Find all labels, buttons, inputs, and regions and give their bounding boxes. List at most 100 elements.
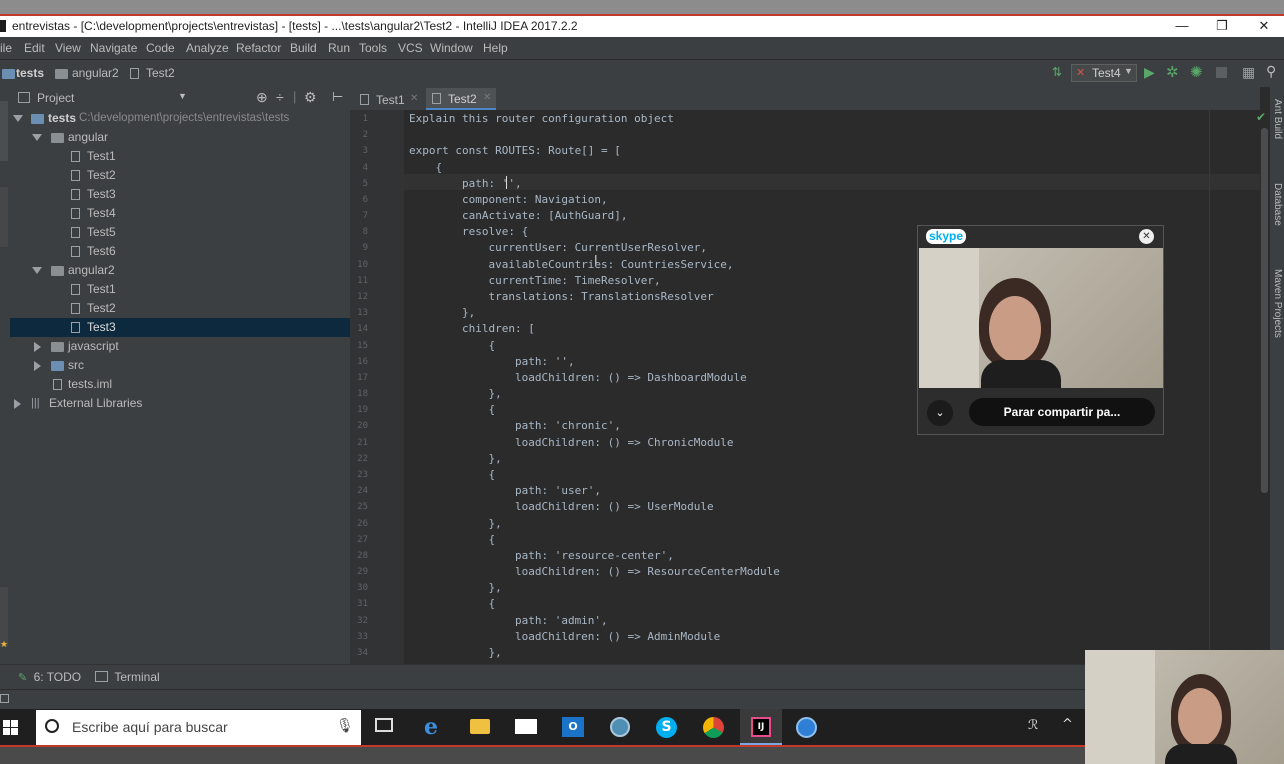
tree-item-file[interactable]: Test6 (10, 242, 350, 261)
tool-window-structure-tab[interactable] (0, 187, 8, 247)
chat-app-icon[interactable] (796, 717, 817, 738)
tree-item-file[interactable]: Test2 (10, 166, 350, 185)
tab-label: Test2 (448, 92, 477, 106)
folder-icon (51, 361, 64, 371)
tree-file-label: Test6 (87, 244, 116, 258)
close-icon[interactable]: ✕ (410, 93, 418, 104)
debug-icon[interactable]: ✲ (1166, 63, 1179, 81)
tool-window-project-tab[interactable] (0, 101, 8, 161)
line-number: 22 (357, 453, 368, 464)
tree-item-folder[interactable]: angular2 (10, 261, 350, 280)
menu-view[interactable]: View (55, 41, 81, 55)
locate-icon[interactable]: ⊕ (256, 89, 268, 106)
close-icon[interactable]: ✕ (1139, 229, 1154, 244)
globe-icon[interactable] (610, 717, 630, 737)
tree-item-folder[interactable]: src (10, 356, 350, 375)
scroll-thumb[interactable] (1261, 128, 1268, 493)
tree-item-folder[interactable]: angular (10, 128, 350, 147)
close-icon[interactable]: ✕ (483, 92, 491, 103)
file-explorer-icon[interactable] (470, 719, 490, 734)
menu-code[interactable]: Code (146, 41, 175, 55)
tree-item-file[interactable]: Test1 (10, 280, 350, 299)
chrome-icon[interactable] (703, 717, 724, 738)
search-icon[interactable]: ⚲ (1266, 63, 1276, 80)
people-icon[interactable]: ℛ (1028, 718, 1038, 733)
tool-window-ant-build[interactable]: Ant Build (1272, 99, 1283, 139)
chevron-up-icon[interactable]: ^ (1062, 717, 1073, 732)
menu-window[interactable]: Window (430, 41, 473, 55)
tab-test1[interactable]: Test1 ✕ (356, 89, 424, 110)
stop-icon[interactable] (1216, 67, 1227, 78)
tree-item-file-selected[interactable]: Test3 (10, 318, 350, 337)
coverage-icon[interactable]: ✺ (1190, 63, 1203, 81)
folder-icon (55, 69, 68, 79)
line-number: 10 (357, 259, 368, 270)
collapsed-icon (34, 361, 41, 371)
mail-icon[interactable] (515, 719, 537, 734)
tree-item-libraries[interactable]: ||| External Libraries (10, 394, 350, 413)
menu-help[interactable]: Help (483, 41, 508, 55)
menu-edit[interactable]: Edit (24, 41, 45, 55)
editor-scrollbar[interactable]: ✔ (1256, 110, 1270, 664)
webcam-video (919, 248, 1163, 388)
stop-sharing-button[interactable]: Parar compartir pa... (969, 398, 1155, 426)
breadcrumb-file[interactable]: Test2 (146, 66, 175, 80)
tree-item-file[interactable]: Test2 (10, 299, 350, 318)
chevron-down-icon[interactable]: ▼ (178, 91, 187, 101)
line-number: 6 (362, 194, 368, 205)
folder-icon (51, 133, 64, 143)
gear-icon[interactable]: ⚙ (304, 89, 317, 106)
tree-item-file[interactable]: Test4 (10, 204, 350, 223)
video-person-face (989, 296, 1041, 362)
file-icon (71, 208, 80, 219)
terminal-tool-button[interactable]: Terminal (95, 670, 160, 684)
code-line: children: [ (409, 322, 535, 336)
tool-window-favorites-tab[interactable] (0, 587, 8, 647)
minimize-button[interactable]: — (1162, 16, 1202, 37)
menu-vcs[interactable]: VCS (398, 41, 423, 55)
tree-file-label: Test4 (87, 206, 116, 220)
tool-window-database[interactable]: Database (1272, 183, 1283, 226)
close-button[interactable]: ✕ (1244, 16, 1284, 37)
menu-tools[interactable]: Tools (359, 41, 387, 55)
menu-navigate[interactable]: Navigate (90, 41, 137, 55)
taskbar-search-box[interactable]: Escribe aquí para buscar 🎙 (36, 710, 361, 745)
outlook-icon[interactable]: O (562, 717, 584, 737)
build-icon[interactable]: ⇅ (1052, 65, 1062, 79)
line-number: 20 (357, 421, 368, 432)
breadcrumb-root[interactable]: tests (16, 66, 44, 80)
tree-item-root[interactable]: tests C:\development\projects\entrevista… (10, 109, 350, 128)
todo-tool-button[interactable]: ✎ 6: TODO (18, 670, 81, 684)
run-config-select[interactable]: ✕ Test4 ▼ (1071, 64, 1137, 82)
project-view-label[interactable]: Project (37, 91, 74, 105)
chevron-down-icon[interactable]: ⌄ (927, 400, 953, 426)
tree-item-file[interactable]: Test3 (10, 185, 350, 204)
tree-item-folder[interactable]: javascript (10, 337, 350, 356)
collapse-icon[interactable]: ÷ (276, 89, 284, 105)
code-line: path: 'admin', (409, 613, 608, 627)
hide-icon[interactable]: ⊢ (332, 89, 343, 105)
menu-file[interactable]: ile (0, 41, 12, 55)
intellij-taskbar-item[interactable]: IJ (740, 709, 782, 745)
skype-app-icon[interactable]: S (656, 717, 677, 738)
windows-start-icon[interactable] (3, 720, 19, 736)
tool-windows-icon[interactable] (0, 694, 9, 703)
tree-item-file[interactable]: Test5 (10, 223, 350, 242)
task-view-icon[interactable] (375, 718, 393, 732)
tree-item-file[interactable]: Test1 (10, 147, 350, 166)
line-number: 26 (357, 518, 368, 529)
menu-run[interactable]: Run (328, 41, 350, 55)
tab-test2[interactable]: Test2 ✕ (426, 88, 496, 110)
breadcrumb-folder[interactable]: angular2 (72, 66, 119, 80)
restore-button[interactable]: ❐ (1202, 16, 1242, 37)
tree-item-file[interactable]: tests.iml (10, 375, 350, 394)
menu-analyze[interactable]: Analyze (186, 41, 229, 55)
microphone-icon[interactable]: 🎙 (336, 718, 354, 734)
menu-build[interactable]: Build (290, 41, 317, 55)
structure-icon[interactable]: ▦ (1242, 64, 1255, 81)
edge-icon[interactable]: e (424, 714, 438, 740)
line-number: 13 (357, 308, 368, 319)
menu-refactor[interactable]: Refactor (236, 41, 281, 55)
tool-window-maven[interactable]: Maven Projects (1272, 269, 1283, 338)
run-icon[interactable]: ▶ (1144, 64, 1155, 81)
